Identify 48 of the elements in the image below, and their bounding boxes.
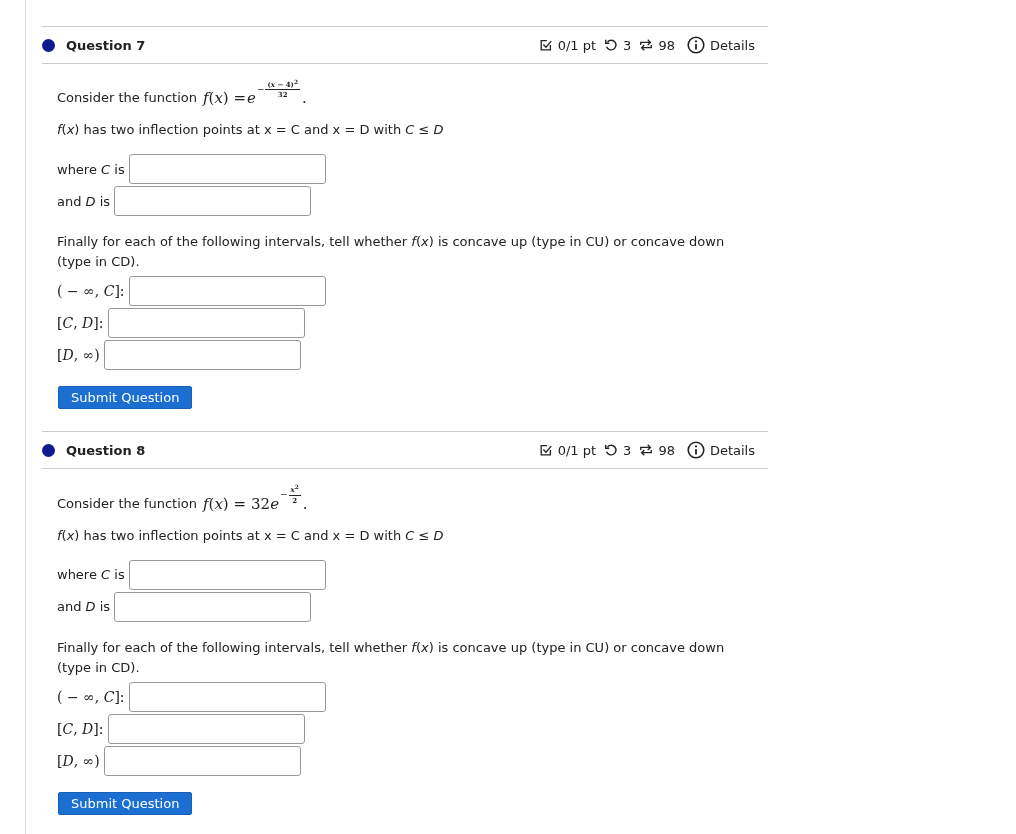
attempts-count: 98 <box>658 37 675 53</box>
score-text: 0/1 pt <box>557 442 597 458</box>
answer-field[interactable] <box>107 713 305 744</box>
answer-field[interactable] <box>107 308 305 339</box>
answer-field[interactable] <box>128 681 326 712</box>
question-intro: Consider the function <box>57 494 197 513</box>
answer-field[interactable] <box>103 745 301 776</box>
info-icon <box>686 441 705 460</box>
answer-field[interactable] <box>114 186 312 217</box>
interval-label: [D, ∞) <box>57 347 100 364</box>
repeat-icon <box>639 38 654 52</box>
field-label: where C is <box>57 161 125 177</box>
answer-field[interactable] <box>128 154 326 185</box>
submit-button[interactable]: Submit Question <box>58 791 193 815</box>
instructions-text: Finally for each of the following intervals, tell whether f(x) is concave up (type in CU) or concave down (type in CD). <box>57 638 726 677</box>
interval-label: [C, D]: <box>57 720 104 737</box>
interval-label: [D, ∞) <box>57 752 100 769</box>
answer-field[interactable] <box>114 591 312 622</box>
instructions-text: Finally for each of the following intervals, tell whether f(x) is concave up (type in CU) or concave down (type in CD). <box>57 233 726 272</box>
field-label: where C is <box>57 567 125 583</box>
score-text: 0/1 pt <box>557 37 597 53</box>
question-statement: f(x) has two inflection points at x = C and x = D with C ≤ D <box>57 121 445 140</box>
checkbox-icon <box>538 443 553 458</box>
question-status-dot <box>42 443 55 457</box>
field-label: and D is <box>57 599 111 615</box>
submit-button[interactable]: Submit Question <box>58 386 193 410</box>
details-link[interactable]: Details <box>709 442 755 458</box>
details-link[interactable]: Details <box>709 37 755 53</box>
question-statement: f(x) has two inflection points at x = C and x = D with C ≤ D <box>57 526 445 545</box>
retries-count: 3 <box>623 37 632 53</box>
question-title: Question 8 <box>66 442 146 458</box>
undo-icon <box>604 443 619 458</box>
undo-icon <box>604 38 619 52</box>
answer-field[interactable] <box>103 340 301 371</box>
question-status-dot <box>42 38 55 52</box>
interval-label: ( − ∞, C]: <box>57 283 125 300</box>
field-label: and D is <box>57 193 111 209</box>
question-intro: Consider the function <box>57 89 197 108</box>
question-title: Question 7 <box>66 37 146 53</box>
answer-field[interactable] <box>128 559 326 590</box>
attempts-count: 98 <box>658 442 675 458</box>
info-icon <box>686 36 705 54</box>
retries-count: 3 <box>623 442 632 458</box>
interval-label: ( − ∞, C]: <box>57 688 125 705</box>
answer-field[interactable] <box>128 276 326 307</box>
checkbox-icon <box>538 38 553 52</box>
interval-label: [C, D]: <box>57 315 104 332</box>
repeat-icon <box>639 443 654 458</box>
